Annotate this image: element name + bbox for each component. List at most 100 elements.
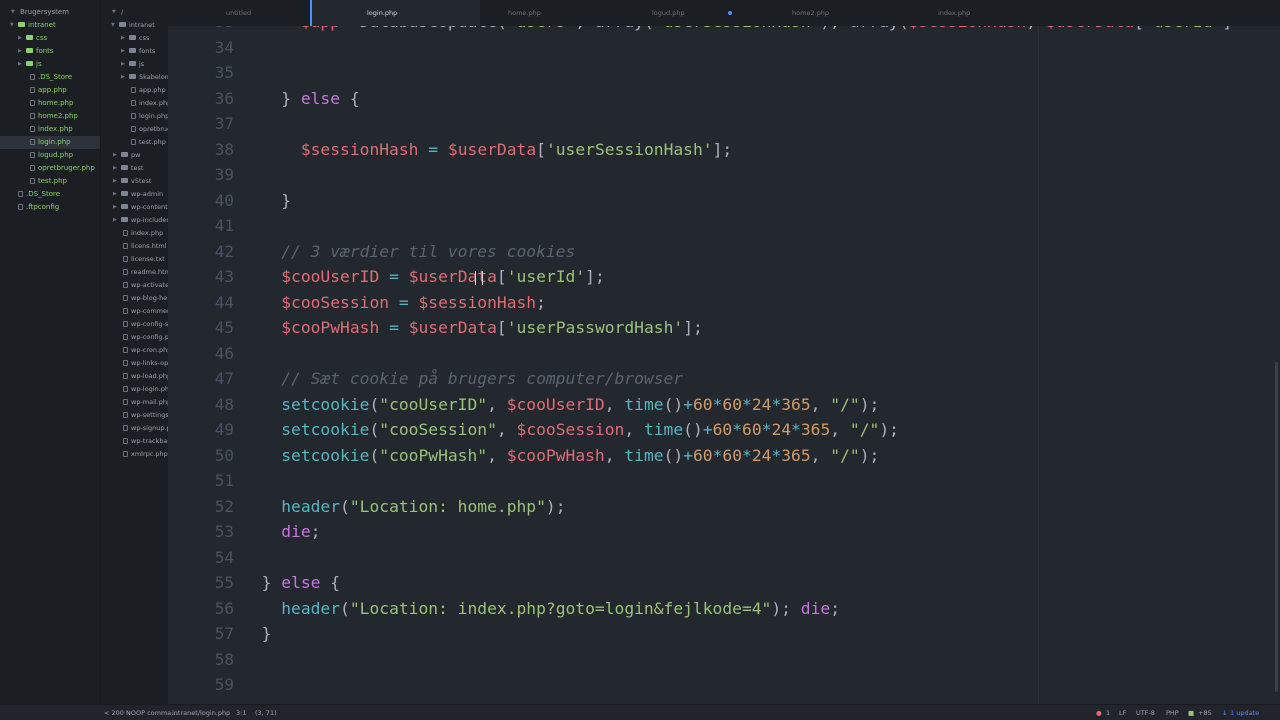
tree-folder[interactable]: ▶ Skabelon bbox=[101, 71, 168, 84]
tree-file[interactable]: home2.php bbox=[0, 110, 100, 123]
tree-file[interactable]: wp-trackbac bbox=[101, 435, 168, 448]
tree-root[interactable]: ▼ Brugersystem bbox=[0, 6, 100, 19]
code-line[interactable]: header("Location: index.php?goto=login&f… bbox=[242, 596, 840, 622]
chevron-right-icon: ▶ bbox=[121, 74, 125, 80]
tree-file[interactable]: wp-config-s bbox=[101, 318, 168, 331]
code-line[interactable]: } else { bbox=[242, 570, 340, 596]
code-line[interactable]: // 3 værdier til vores cookies bbox=[242, 239, 575, 265]
git-changes[interactable]: +85 bbox=[1198, 705, 1212, 720]
terminal-status[interactable]: < 200 NOOP comma... bbox=[104, 705, 177, 720]
tree-file[interactable]: opretbrug bbox=[101, 123, 168, 136]
code-line[interactable]: $cooUserID = $userData['userId']; bbox=[242, 264, 605, 290]
tree-file[interactable]: wp-commen bbox=[101, 305, 168, 318]
tree-folder[interactable]: ▶ css bbox=[0, 32, 100, 45]
tree-file[interactable]: wp-signup.p bbox=[101, 422, 168, 435]
vertical-scrollbar[interactable] bbox=[1275, 362, 1278, 692]
line-ending[interactable]: LF bbox=[1119, 705, 1126, 720]
code-line[interactable]: } bbox=[242, 188, 291, 214]
tree-file[interactable]: .ftpconfig bbox=[0, 201, 100, 214]
code-line[interactable]: } bbox=[242, 621, 272, 647]
tree-file[interactable]: .DS_Store bbox=[0, 188, 100, 201]
tree-folder[interactable]: ▶ wp-content bbox=[101, 201, 168, 214]
tree-file[interactable]: wp-login.ph bbox=[101, 383, 168, 396]
line-number: 52 bbox=[214, 496, 234, 516]
code-line[interactable]: } else { bbox=[242, 86, 359, 112]
file-icon bbox=[123, 334, 128, 340]
issues-count[interactable]: 1 bbox=[1106, 705, 1110, 720]
file-path[interactable]: intranet/login.php bbox=[172, 705, 230, 720]
tree-file[interactable]: test.php bbox=[0, 175, 100, 188]
tree-file[interactable]: wp-settings bbox=[101, 409, 168, 422]
tree-file[interactable]: login.php bbox=[0, 136, 100, 149]
cursor-position[interactable]: 3:1 bbox=[236, 705, 246, 720]
tree-file[interactable]: license.txt bbox=[101, 253, 168, 266]
code-line[interactable]: setcookie("cooSession", $cooSession, tim… bbox=[242, 417, 899, 443]
code-editor[interactable]: 3334353637383940414243444546474849505152… bbox=[168, 0, 1280, 704]
tree-file[interactable]: .DS_Store bbox=[0, 71, 100, 84]
tree-file[interactable]: xmlrpc.php bbox=[101, 448, 168, 461]
encoding[interactable]: UTF-8 bbox=[1136, 705, 1155, 720]
file-icon bbox=[131, 113, 136, 119]
updates[interactable]: 1 update bbox=[1230, 705, 1259, 720]
tree-folder[interactable]: ▼ intranet bbox=[0, 19, 100, 32]
tree-folder[interactable]: ▶ v5test bbox=[101, 175, 168, 188]
tab-index-php[interactable]: index.php bbox=[938, 0, 970, 26]
tree-folder[interactable]: ▶ js bbox=[0, 58, 100, 71]
tree-file[interactable]: wp-activate bbox=[101, 279, 168, 292]
file-icon bbox=[123, 438, 128, 444]
tree-file[interactable]: logud.php bbox=[0, 149, 100, 162]
tree-item-label: css bbox=[36, 34, 48, 42]
file-icon bbox=[123, 360, 128, 366]
tree-file[interactable]: login.php bbox=[101, 110, 168, 123]
tab-home-php[interactable]: home.php bbox=[508, 0, 541, 26]
code-line[interactable]: header("Location: home.php"); bbox=[242, 494, 565, 520]
git-icon[interactable]: ■ bbox=[1188, 705, 1194, 720]
tree-file[interactable]: index.php bbox=[0, 123, 100, 136]
grammar[interactable]: PHP bbox=[1166, 705, 1179, 720]
tree-file[interactable]: readme.htm bbox=[101, 266, 168, 279]
tab-logud-php[interactable]: logud.php bbox=[652, 0, 685, 26]
tree-file[interactable]: opretbruger.php bbox=[0, 162, 100, 175]
update-icon[interactable]: ↓ bbox=[1222, 705, 1227, 720]
tree-item-label: fonts bbox=[36, 47, 54, 55]
tree-file[interactable]: wp-blog-he bbox=[101, 292, 168, 305]
issues-icon[interactable]: ● bbox=[1096, 705, 1102, 720]
tree-file[interactable]: wp-mail.php bbox=[101, 396, 168, 409]
tree-folder[interactable]: ▶ wp-admin bbox=[101, 188, 168, 201]
tree-folder[interactable]: ▶ fonts bbox=[101, 45, 168, 58]
code-line[interactable]: // Sæt cookie på brugers computer/browse… bbox=[242, 366, 683, 392]
tree-folder[interactable]: ▶ wp-includes bbox=[101, 214, 168, 227]
code-line[interactable]: setcookie("cooPwHash", $cooPwHash, time(… bbox=[242, 443, 879, 469]
tab-untitled[interactable]: untitled bbox=[226, 0, 251, 26]
tree-file[interactable]: wp-links-op bbox=[101, 357, 168, 370]
tree-root[interactable]: ▼ / bbox=[101, 6, 168, 19]
tree-folder[interactable]: ▶ js bbox=[101, 58, 168, 71]
code-line[interactable]: $cooSession = $sessionHash; bbox=[242, 290, 546, 316]
tree-folder[interactable]: ▶ fonts bbox=[0, 45, 100, 58]
tree-file[interactable]: wp-load.php bbox=[101, 370, 168, 383]
tree-folder[interactable]: ▶ pw bbox=[101, 149, 168, 162]
tree-file[interactable]: wp-config.p bbox=[101, 331, 168, 344]
tree-file[interactable]: home.php bbox=[0, 97, 100, 110]
tab-login-php[interactable]: login.php bbox=[310, 0, 480, 26]
file-icon bbox=[123, 308, 128, 314]
tree-file[interactable]: test.php bbox=[101, 136, 168, 149]
tree-item-label: wp-config.p bbox=[131, 333, 168, 341]
tree-folder[interactable]: ▼ intranet bbox=[101, 19, 168, 32]
tree-file[interactable]: licens.html bbox=[101, 240, 168, 253]
file-icon bbox=[123, 412, 128, 418]
tree-file[interactable]: wp-cron.php bbox=[101, 344, 168, 357]
code-line[interactable]: $cooPwHash = $userData['userPasswordHash… bbox=[242, 315, 703, 341]
chevron-right-icon: ▶ bbox=[113, 165, 117, 171]
code-line[interactable]: setcookie("cooUserID", $cooUserID, time(… bbox=[242, 392, 879, 418]
tree-file[interactable]: app.php bbox=[0, 84, 100, 97]
code-line[interactable]: $sessionHash = $userData['userSessionHas… bbox=[242, 137, 732, 163]
tree-file[interactable]: index.php bbox=[101, 97, 168, 110]
tree-file[interactable]: index.php bbox=[101, 227, 168, 240]
tree-folder[interactable]: ▶ test bbox=[101, 162, 168, 175]
tab-home2-php[interactable]: home2.php bbox=[792, 0, 829, 26]
code-line[interactable]: die; bbox=[242, 519, 320, 545]
tree-item-label: Skabelon bbox=[139, 73, 168, 81]
tree-folder[interactable]: ▶ css bbox=[101, 32, 168, 45]
tree-file[interactable]: app.php bbox=[101, 84, 168, 97]
